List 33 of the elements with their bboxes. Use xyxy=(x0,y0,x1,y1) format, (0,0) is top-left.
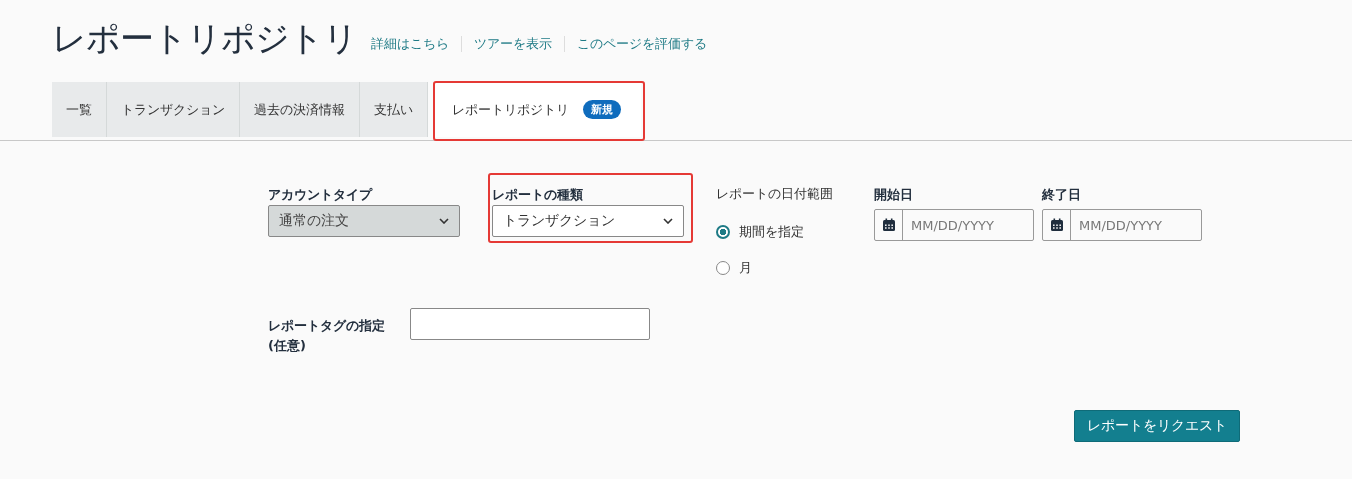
date-field[interactable]: MM/DD/YYYY xyxy=(874,209,1034,241)
tag-input-field[interactable] xyxy=(410,308,650,340)
request-report-button[interactable]: レポートをリクエスト xyxy=(1074,410,1240,442)
field-label: レポートの日付範囲 xyxy=(716,185,834,203)
radio-label: 月 xyxy=(739,259,752,277)
radio-button[interactable] xyxy=(716,261,730,275)
tab[interactable]: トランザクション xyxy=(107,82,240,137)
date-field[interactable]: MM/DD/YYYY xyxy=(1042,209,1202,241)
radio-label: 期間を指定 xyxy=(739,223,804,241)
new-badge: 新規 xyxy=(583,100,621,119)
caret-icon xyxy=(439,218,449,224)
page-title: レポートリポジトリ xyxy=(52,17,357,60)
dropdown: 通常の注文 xyxy=(268,205,460,237)
field-label: 終了日 xyxy=(1042,186,1082,204)
field-label: 開始日 xyxy=(874,186,914,204)
field-label: レポートの種類 xyxy=(492,186,584,204)
field-label: レポートタグの指定 xyxy=(268,317,386,335)
date-input[interactable]: MM/DD/YYYY xyxy=(1071,210,1201,240)
header-link[interactable]: このページを評価する xyxy=(564,36,719,52)
header-link[interactable]: ツアーを表示 xyxy=(461,36,564,52)
radio-button[interactable] xyxy=(716,225,730,239)
tab[interactable]: レポートリポジトリ 新規 xyxy=(434,82,641,137)
header-link[interactable]: 詳細はこちら xyxy=(367,36,461,52)
calendar-icon xyxy=(881,218,896,232)
field-label: アカウントタイプ xyxy=(268,186,374,204)
date-input[interactable]: MM/DD/YYYY xyxy=(903,210,1033,240)
caret-icon xyxy=(663,218,673,224)
tab[interactable]: 過去の決済情報 xyxy=(240,82,360,137)
optional-note: (任意) xyxy=(268,337,307,355)
calendar-icon xyxy=(1049,218,1064,232)
dropdown[interactable]: トランザクション xyxy=(492,205,684,237)
tab[interactable]: 支払い xyxy=(360,82,428,137)
tab[interactable]: 一覧 xyxy=(52,82,107,137)
